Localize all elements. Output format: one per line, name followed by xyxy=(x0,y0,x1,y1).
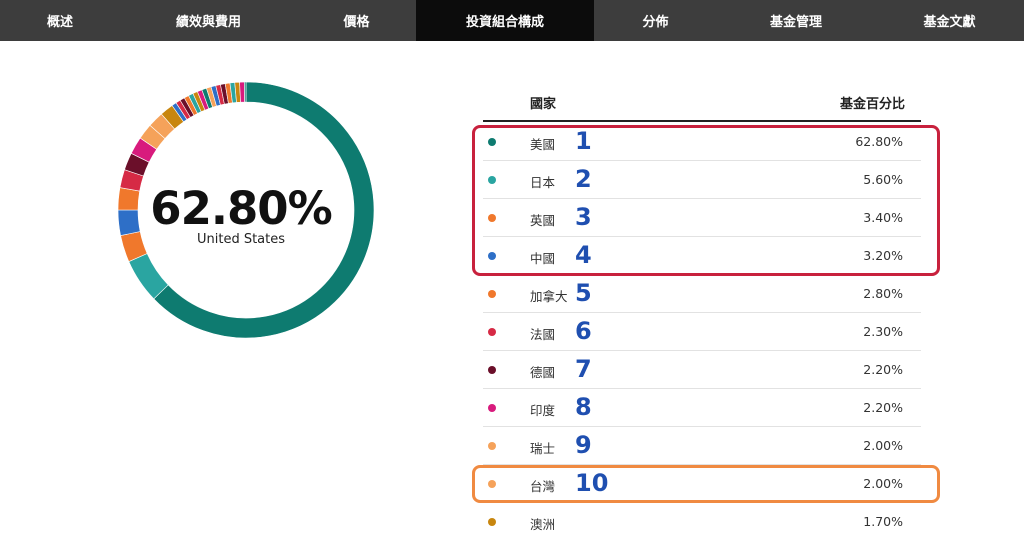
annotation-number: 6 xyxy=(575,317,592,345)
tab-price[interactable]: 價格 xyxy=(297,0,416,41)
annotation-number: 7 xyxy=(575,355,592,383)
country-name: 加拿大 xyxy=(530,289,568,304)
donut-segment xyxy=(244,81,247,103)
annotation-number: 9 xyxy=(575,431,592,459)
country-name: 瑞士 xyxy=(530,441,556,456)
tab-fund-management[interactable]: 基金管理 xyxy=(717,0,875,41)
legend-dot xyxy=(488,290,496,298)
legend-dot xyxy=(488,442,496,450)
table-row: 德國 7 2.20% xyxy=(483,351,921,389)
country-percent: 2.00% xyxy=(863,438,903,453)
country-name: 印度 xyxy=(530,403,556,418)
country-percent: 2.30% xyxy=(863,324,903,339)
country-name: 德國 xyxy=(530,365,556,380)
tab-overview[interactable]: 概述 xyxy=(0,0,120,41)
legend-dot xyxy=(488,366,496,374)
column-country: 國家 xyxy=(530,97,557,112)
legend-dot xyxy=(488,328,496,336)
country-name: 法國 xyxy=(530,327,556,342)
country-name: 澳洲 xyxy=(530,517,556,532)
country-percent: 2.20% xyxy=(863,400,903,415)
table-row: 瑞士 9 2.00% xyxy=(483,427,921,465)
donut-center-percent: 62.80% xyxy=(150,182,332,235)
table-header: 國家 基金百分比 xyxy=(483,88,921,122)
top-nav: 概述 績效與費用 價格 投資組合構成 分佈 基金管理 基金文獻 xyxy=(0,0,1024,41)
country-percent: 2.20% xyxy=(863,362,903,377)
table-row: 印度 8 2.20% xyxy=(483,389,921,427)
tab-portfolio[interactable]: 投資組合構成 xyxy=(416,0,594,41)
legend-dot xyxy=(488,518,496,526)
annotation-number: 8 xyxy=(575,393,592,421)
annotation-number: 5 xyxy=(575,279,592,307)
table-row: 加拿大 5 2.80% xyxy=(483,275,921,313)
highlight-box-top4 xyxy=(472,125,940,276)
legend-dot xyxy=(488,404,496,412)
donut-center-country: United States xyxy=(196,232,286,247)
donut-segment xyxy=(239,81,245,103)
table-row: 澳洲 1.70% xyxy=(483,503,921,541)
highlight-box-taiwan xyxy=(472,465,940,503)
tab-performance-fees[interactable]: 績效與費用 xyxy=(120,0,297,41)
tab-fund-literature[interactable]: 基金文獻 xyxy=(875,0,1024,41)
country-percent: 1.70% xyxy=(863,514,903,529)
column-fund-percent: 基金百分比 xyxy=(839,97,905,112)
tab-distribution[interactable]: 分佈 xyxy=(594,0,717,41)
table-row: 法國 6 2.30% xyxy=(483,313,921,351)
country-percent: 2.80% xyxy=(863,286,903,301)
